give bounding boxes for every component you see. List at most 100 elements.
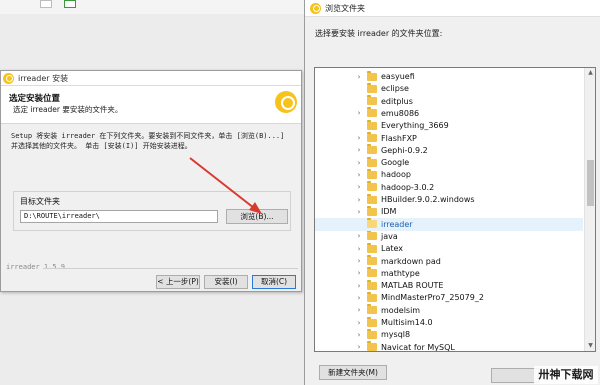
chevron-right-icon[interactable]: › [355,146,363,154]
folder-label: irreader [381,219,413,229]
folder-icon [367,267,377,278]
folder-tree-item[interactable]: › easyuefi [315,70,583,83]
back-button[interactable]: < 上一步(P) [156,275,200,289]
header-title: 选定安装位置 [9,94,61,104]
header-subtitle: 选定 irreader 要安装的文件夹。 [13,105,123,114]
folder-icon [367,119,377,130]
folder-icon [367,255,377,265]
folder-icon [367,132,377,142]
folder-label: FlashFXP [381,133,417,143]
folder-tree-item[interactable]: › hadoop-3.0.2 [315,181,583,194]
folder-tree-item[interactable]: › hadoop [315,168,583,181]
folder-tree-item[interactable]: › Google [315,156,583,169]
installer-titlebar: irreader 安装 [1,71,301,86]
folder-tree-item[interactable]: › FlashFXP [315,132,583,145]
dialog-title: 浏览文件夹 [325,3,365,13]
folder-tree-item[interactable]: › modelsim [315,304,583,317]
install-button[interactable]: 安装(I) [204,275,248,289]
folder-tree-item[interactable]: Everything_3669 [315,119,583,132]
folder-label: editplus [381,96,413,106]
folder-icon [367,304,377,315]
folder-label: Everything_3669 [381,121,449,131]
folder-icon [367,341,377,351]
folder-tree-item[interactable]: › Latex [315,242,583,255]
installer-header: 选定安装位置 选定 irreader 要安装的文件夹。 [1,86,301,124]
chevron-right-icon[interactable]: › [355,232,363,240]
chevron-right-icon[interactable]: › [355,269,363,277]
folder-tree-item[interactable]: › IDM [315,205,583,218]
folder-icon [367,328,377,339]
folder-label: java [381,231,398,241]
chevron-right-icon[interactable]: › [355,257,363,265]
folder-label: Google [381,158,410,168]
folder-icon [367,95,377,106]
folder-icon [367,242,377,253]
chevron-right-icon[interactable]: › [355,109,363,117]
folder-tree-item[interactable]: › Gephi-0.9.2 [315,144,583,157]
folder-icon [367,316,377,327]
folder-icon [367,230,377,241]
chevron-right-icon[interactable]: › [355,331,363,339]
folder-tree-item[interactable]: › Navicat for MySQL [315,341,583,351]
chevron-right-icon[interactable]: › [355,183,363,191]
folder-label: emu8086 [381,108,420,118]
folder-icon [367,291,377,302]
version-label: irreader 1.5.9 [6,263,66,271]
folder-tree-item[interactable]: › MindMasterPro7_25079_2 [315,291,583,304]
folder-label: hadoop-3.0.2 [381,182,435,192]
irreader-logo-icon [3,72,14,84]
folder-tree-item[interactable]: › MATLAB ROUTE [315,279,583,292]
folder-tree-item[interactable]: › Multisim14.0 [315,316,583,329]
chevron-right-icon[interactable]: › [355,134,363,142]
dialog-prompt: 选择要安装 irreader 的文件夹位置: [315,29,443,38]
folder-label: mysql8 [381,330,411,340]
chevron-right-icon[interactable]: › [355,208,363,216]
folder-label: HBuilder.9.0.2.windows [381,195,475,204]
folder-label: MATLAB ROUTE [381,281,444,291]
background-tab [40,0,52,8]
chevron-right-icon[interactable]: › [355,73,363,81]
chevron-right-icon[interactable]: › [355,294,363,302]
folder-label: MindMasterPro7_25079_2 [381,293,484,303]
chevron-right-icon[interactable]: › [355,319,363,327]
folder-tree-item[interactable]: › markdown pad [315,255,583,268]
folder-tree-item[interactable]: › java [315,230,583,243]
folder-tree-item[interactable]: irreader [315,217,583,231]
folder-label: hadoop [381,170,411,180]
ok-button[interactable] [491,368,539,383]
scroll-down-arrow-icon[interactable]: ▼ [585,341,595,351]
chevron-right-icon[interactable]: › [355,171,363,179]
folder-tree-item[interactable]: › mysql8 [315,328,583,341]
folder-tree-item[interactable]: editplus [315,95,583,108]
destination-folder-group: 目标文件夹 D:\ROUTE\irreader\ 浏览(B)... [13,191,291,231]
chevron-right-icon[interactable]: › [355,245,363,253]
scroll-up-arrow-icon[interactable]: ▲ [585,68,595,78]
scrollbar-thumb[interactable] [587,160,594,206]
folder-icon [367,279,377,290]
folder-tree-item[interactable]: eclipse [315,82,583,95]
folder-label: Latex [381,244,404,254]
irreader-logo-icon [275,91,297,113]
browse-button[interactable]: 浏览(B)... [226,209,288,224]
chevron-right-icon[interactable]: › [355,343,363,351]
destination-path-input[interactable]: D:\ROUTE\irreader\ [20,210,218,223]
background-tab [64,0,76,8]
chevron-right-icon[interactable]: › [355,196,363,204]
chevron-right-icon[interactable]: › [355,159,363,167]
folder-tree[interactable]: › Navicat for MySQL › mysql8 › Multisim14.0 › m… [314,67,596,352]
destination-folder-label: 目标文件夹 [20,197,60,206]
folder-icon [367,82,377,93]
folder-tree-item[interactable]: › emu8086 [315,107,583,120]
folder-icon [367,156,377,167]
folder-label: Multisim14.0 [381,318,433,327]
folder-tree-item[interactable]: › HBuilder.9.0.2.windows [315,193,583,206]
chevron-right-icon[interactable]: › [355,282,363,290]
tree-scrollbar[interactable]: ▲ ▼ [584,68,595,351]
folder-label: IDM [381,207,397,217]
folder-tree-item[interactable]: › mathtype [315,267,583,280]
installer-title: irreader 安装 [18,73,69,83]
chevron-right-icon[interactable]: › [355,306,363,314]
folder-label: easyuefi [381,72,415,81]
new-folder-button[interactable]: 新建文件夹(M) [319,365,387,380]
cancel-button[interactable]: 取消(C) [252,275,296,289]
